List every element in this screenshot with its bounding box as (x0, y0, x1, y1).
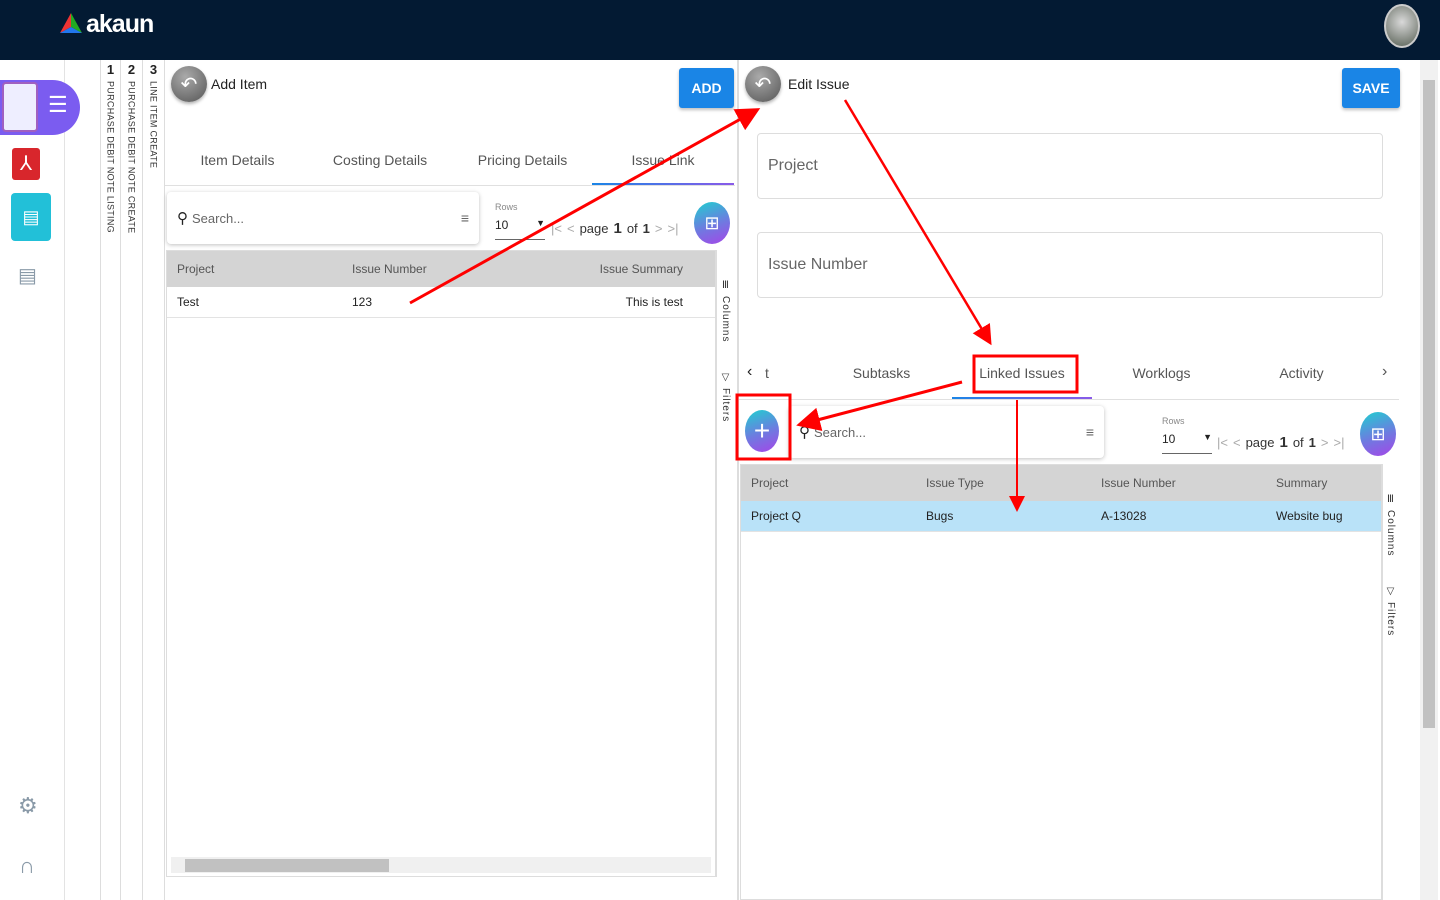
sidebar: ☰ ⅄ ▤ ▤ ⚙ ∩ (0, 60, 80, 900)
tab-costing-details[interactable]: Costing Details (325, 152, 435, 168)
prev-page-icon[interactable]: < (567, 221, 575, 236)
rows-label: Rows (1162, 416, 1185, 426)
columns-tool[interactable]: Ⅲ Columns (1385, 494, 1396, 556)
breadcrumb-tab-1[interactable]: 1 PURCHASE DEBIT NOTE LISTING (100, 62, 121, 262)
save-button[interactable]: SAVE (1342, 68, 1400, 108)
grid-view-button[interactable]: ⊞ (1360, 412, 1396, 456)
tab-activity[interactable]: Activity (1259, 365, 1344, 381)
table-row[interactable]: Test 123 This is test (167, 287, 715, 318)
search-icon: ⚲ (799, 424, 810, 441)
tab-item-details[interactable]: Item Details (185, 152, 290, 168)
tab-issue-link[interactable]: Issue Link (592, 152, 734, 168)
logo[interactable]: akaun (60, 10, 154, 39)
brand-name: akaun (86, 10, 154, 38)
project-field[interactable]: Project (757, 133, 1383, 199)
column-header-project[interactable]: Project (751, 465, 788, 501)
filter-funnel-icon: ▽ (1385, 586, 1396, 598)
tab-partial[interactable]: t (765, 365, 769, 381)
tab-number: 1 (106, 62, 115, 77)
page-scrollbar[interactable] (1420, 60, 1438, 900)
tab-worklogs[interactable]: Worklogs (1119, 365, 1204, 381)
tab-label: LINE ITEM CREATE (148, 81, 159, 169)
table-header: Project Issue Type Issue Number Summary (741, 465, 1381, 501)
table-row[interactable]: Project Q Bugs A-13028 Website bug (741, 501, 1381, 532)
support-headset-icon[interactable]: ∩ (19, 853, 35, 879)
prev-page-icon[interactable]: < (1233, 435, 1241, 450)
tab-label: PURCHASE DEBIT NOTE LISTING (105, 81, 116, 233)
rows-select[interactable]: 10 ▼ (1162, 432, 1212, 454)
grid-icon: ⊞ (704, 212, 720, 233)
issue-number-field[interactable]: Issue Number (757, 232, 1383, 298)
filters-tool[interactable]: ▽ Filters (1385, 586, 1396, 636)
filter-icon: ≡ (460, 210, 469, 226)
first-page-icon[interactable]: |< (551, 221, 562, 236)
edit-issue-panel: ↶ Edit Issue SAVE Project Issue Number ‹… (739, 60, 1404, 900)
filter-icon: ≡ (1085, 424, 1094, 440)
tab-subtasks[interactable]: Subtasks (839, 365, 924, 381)
back-button[interactable]: ↶ (745, 66, 781, 102)
filter-funnel-icon: ▽ (720, 372, 731, 384)
tab-number: 3 (149, 62, 158, 77)
tabs-scroll-right[interactable]: › (1382, 363, 1387, 381)
breadcrumb-tab-3[interactable]: 3 LINE ITEM CREATE (143, 62, 164, 262)
pagination: |< < page 1 of 1 > >| (551, 220, 679, 237)
column-header-project[interactable]: Project (177, 251, 214, 287)
add-linked-issue-button[interactable]: + (745, 410, 779, 452)
tabs-scroll-left[interactable]: ‹ (747, 363, 752, 381)
back-button[interactable]: ↶ (171, 66, 207, 102)
issue-link-table: Project Issue Number Issue Summary Test … (166, 250, 716, 877)
search-placeholder: Search... (192, 210, 245, 226)
search-input[interactable]: ⚲ Search... ≡ (789, 406, 1104, 458)
next-page-icon[interactable]: > (1321, 435, 1329, 450)
columns-icon: Ⅲ (1385, 494, 1396, 506)
add-item-panel: ↶ Add Item ADD Item Details Costing Deta… (165, 60, 737, 900)
columns-icon: Ⅲ (720, 280, 731, 292)
back-arrow-icon: ↶ (180, 73, 198, 96)
list-icon[interactable]: ▤ (18, 263, 37, 288)
linked-issues-table: Project Issue Type Issue Number Summary … (740, 464, 1382, 900)
pdf-icon[interactable]: ⅄ (12, 148, 40, 180)
grid-icon: ⊞ (1370, 423, 1386, 444)
add-button[interactable]: ADD (679, 68, 734, 108)
settings-gear-icon[interactable]: ⚙ (18, 793, 38, 819)
table-header: Project Issue Number Issue Summary (167, 251, 715, 287)
document-list-icon[interactable]: ▤ (11, 193, 51, 241)
first-page-icon[interactable]: |< (1217, 435, 1228, 450)
pagination: |< < page 1 of 1 > >| (1217, 434, 1345, 451)
rows-select[interactable]: 10 ▼ (495, 218, 545, 240)
tab-label: PURCHASE DEBIT NOTE CREATE (126, 81, 137, 234)
column-header-issue-number[interactable]: Issue Number (1101, 465, 1176, 501)
plus-icon: + (753, 415, 771, 446)
search-input[interactable]: ⚲ Search... ≡ (167, 192, 479, 244)
clipboard-icon (2, 82, 38, 132)
back-arrow-icon: ↶ (754, 73, 772, 96)
column-header-issue-type[interactable]: Issue Type (926, 465, 984, 501)
filters-tool[interactable]: ▽ Filters (720, 372, 731, 422)
next-page-icon[interactable]: > (655, 221, 663, 236)
menu-icon: ☰ (48, 92, 68, 117)
breadcrumb-tab-2[interactable]: 2 PURCHASE DEBIT NOTE CREATE (121, 62, 142, 262)
search-placeholder: Search... (814, 424, 867, 440)
tab-number: 2 (127, 62, 136, 77)
top-bar: akaun (0, 0, 1440, 60)
panel-title: Edit Issue (788, 76, 850, 92)
grid-view-button[interactable]: ⊞ (694, 202, 730, 244)
app-menu-toggle[interactable]: ☰ (0, 80, 80, 135)
panel-title: Add Item (211, 76, 268, 92)
user-avatar[interactable] (1384, 4, 1420, 48)
tab-pricing-details[interactable]: Pricing Details (470, 152, 575, 168)
column-header-summary[interactable]: Summary (1276, 465, 1327, 501)
horizontal-scrollbar[interactable] (171, 857, 711, 873)
logo-icon (60, 12, 82, 33)
column-header-issue-summary[interactable]: Issue Summary (600, 251, 683, 287)
rows-label: Rows (495, 202, 518, 212)
search-icon: ⚲ (177, 210, 188, 227)
last-page-icon[interactable]: >| (1334, 435, 1345, 450)
columns-tool[interactable]: Ⅲ Columns (720, 280, 731, 342)
tab-linked-issues[interactable]: Linked Issues (972, 365, 1072, 381)
last-page-icon[interactable]: >| (668, 221, 679, 236)
column-header-issue-number[interactable]: Issue Number (352, 251, 427, 287)
